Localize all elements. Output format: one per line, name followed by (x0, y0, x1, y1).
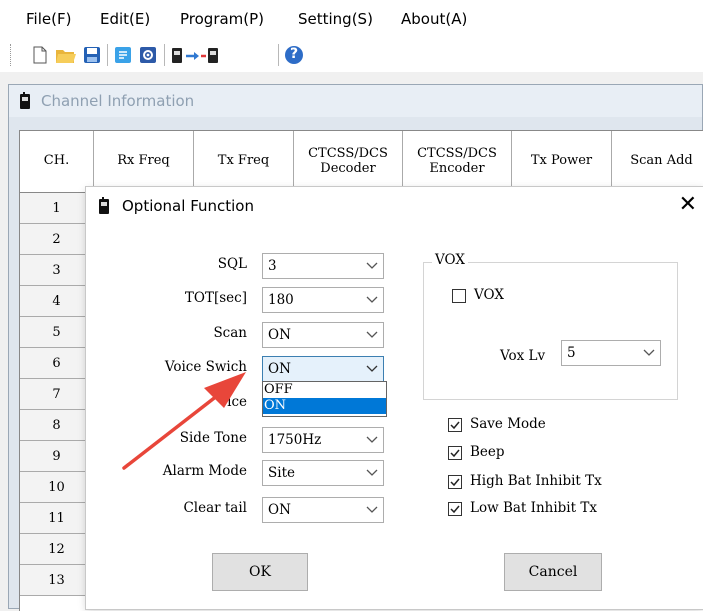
toolbar-grip (10, 44, 13, 66)
checkmark-icon (450, 505, 460, 514)
vox-checkbox[interactable] (452, 289, 466, 303)
scan-select[interactable]: ON (262, 322, 384, 348)
side-tone-label: Side Tone (179, 430, 247, 446)
column-header-rx-freq[interactable]: Rx Freq (94, 131, 194, 193)
chevron-down-icon (366, 506, 378, 513)
radio-icon (99, 197, 109, 214)
column-header-scan-add[interactable]: Scan Add (612, 131, 703, 193)
checkmark-icon (450, 449, 460, 458)
chevron-down-icon (643, 349, 655, 356)
help-glyph: ? (289, 46, 299, 62)
radio-icon (20, 92, 30, 109)
side-tone-value: 1750Hz (268, 432, 322, 448)
row-header[interactable]: 11 (20, 503, 94, 534)
low-bat-inhibit-checkbox[interactable] (448, 502, 462, 516)
side-tone-select[interactable]: 1750Hz (262, 427, 384, 453)
row-header[interactable]: 5 (20, 317, 94, 348)
alarm-mode-value: Site (268, 465, 295, 481)
menu-program[interactable]: Program(P) (180, 10, 264, 28)
dialog-title: Optional Function (122, 197, 254, 215)
tot-label: TOT[sec] (184, 290, 247, 306)
menu-about[interactable]: About(A) (401, 10, 467, 28)
toolbar: ? (0, 38, 703, 72)
high-bat-inhibit-label: High Bat Inhibit Tx (470, 473, 602, 489)
vox-checkbox-label: VOX (474, 287, 504, 303)
channel-window-titlebar: Channel Information (9, 85, 702, 117)
menu-bar: File(F) Edit(E) Program(P) Setting(S) Ab… (0, 0, 703, 38)
close-icon[interactable]: ✕ (679, 192, 697, 217)
voice-switch-value: ON (268, 361, 291, 377)
chevron-down-icon (366, 296, 378, 303)
sql-select[interactable]: 3 (262, 253, 384, 279)
clear-tail-value: ON (268, 502, 291, 518)
row-header[interactable]: 8 (20, 410, 94, 441)
row-header[interactable]: 1 (20, 193, 94, 224)
sql-value: 3 (268, 258, 277, 274)
chevron-down-icon (366, 331, 378, 338)
tot-value: 180 (268, 292, 294, 308)
checkmark-icon (450, 421, 460, 430)
row-header[interactable]: 10 (20, 472, 94, 503)
save-mode-checkbox[interactable] (448, 418, 462, 432)
row-header[interactable]: 7 (20, 379, 94, 410)
channel-window-title: Channel Information (41, 92, 195, 110)
chevron-down-icon (366, 365, 378, 372)
scan-value: ON (268, 327, 291, 343)
row-header[interactable]: 9 (20, 441, 94, 472)
high-bat-inhibit-checkbox[interactable] (448, 475, 462, 489)
voice-switch-select[interactable]: ON (262, 356, 384, 382)
column-header-tx-freq[interactable]: Tx Freq (194, 131, 294, 193)
low-bat-inhibit-label: Low Bat Inhibit Tx (470, 500, 597, 516)
menu-edit[interactable]: Edit(E) (100, 10, 150, 28)
new-file-icon[interactable] (30, 45, 50, 65)
toolbar-separator (278, 44, 279, 66)
column-header-tx-power[interactable]: Tx Power (512, 131, 612, 193)
vox-level-value: 5 (567, 345, 576, 361)
column-header-ch[interactable]: CH. (20, 131, 94, 193)
row-header[interactable]: 2 (20, 224, 94, 255)
chevron-down-icon (366, 262, 378, 269)
alarm-mode-select[interactable]: Site (262, 460, 384, 486)
row-header[interactable]: 12 (20, 534, 94, 565)
toolbar-separator (107, 44, 108, 66)
voice-switch-label: Voice Swich (164, 359, 247, 375)
menu-file[interactable]: File(F) (26, 10, 71, 28)
ok-button[interactable]: OK (212, 553, 308, 591)
chevron-down-icon (366, 436, 378, 443)
column-header-encoder[interactable]: CTCSS/DCS Encoder (403, 131, 512, 193)
toolbar-separator (164, 44, 165, 66)
save-mode-label: Save Mode (470, 416, 546, 432)
vox-level-label: Vox Lv (500, 348, 546, 364)
voice-label-partial: ice (227, 394, 247, 410)
alarm-mode-label: Alarm Mode (162, 463, 247, 479)
vox-groupbox (423, 262, 678, 400)
sql-label: SQL (217, 256, 247, 272)
row-header[interactable]: 4 (20, 286, 94, 317)
open-folder-icon[interactable] (55, 45, 76, 65)
row-header[interactable]: 3 (20, 255, 94, 286)
tot-select[interactable]: 180 (262, 287, 384, 313)
clear-tail-select[interactable]: ON (262, 497, 384, 523)
beep-checkbox[interactable] (448, 446, 462, 460)
radio-transfer-icon[interactable] (170, 45, 222, 65)
checkmark-icon (450, 478, 460, 487)
vox-level-select[interactable]: 5 (561, 340, 661, 366)
help-icon[interactable]: ? (284, 45, 304, 65)
dropdown-option-off[interactable]: OFF (263, 382, 386, 398)
dropdown-option-on[interactable]: ON (263, 398, 386, 414)
save-icon[interactable] (82, 45, 102, 65)
menu-setting[interactable]: Setting(S) (298, 10, 373, 28)
chevron-down-icon (366, 469, 378, 476)
read-icon[interactable] (113, 45, 133, 65)
scan-label: Scan (213, 325, 247, 341)
vox-group-title: VOX (432, 252, 468, 268)
clear-tail-label: Clear tail (183, 500, 247, 516)
beep-label: Beep (470, 444, 505, 460)
voice-switch-dropdown: OFF ON (262, 381, 387, 417)
settings-icon[interactable] (138, 45, 158, 65)
column-header-decoder[interactable]: CTCSS/DCS Decoder (294, 131, 403, 193)
row-header[interactable]: 6 (20, 348, 94, 379)
cancel-button[interactable]: Cancel (504, 553, 602, 591)
row-header[interactable]: 13 (20, 565, 94, 596)
